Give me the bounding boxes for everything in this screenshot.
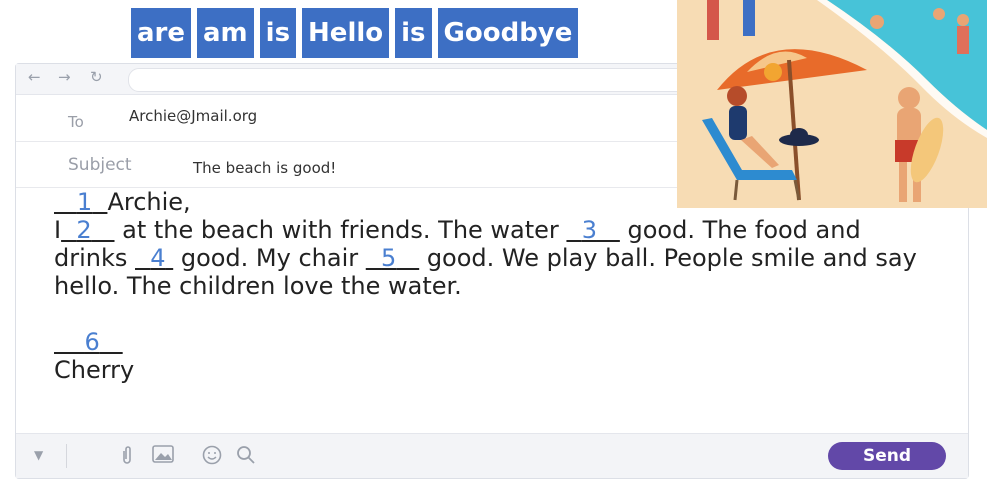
beach-illustration [677,0,987,208]
word-box: is [395,8,432,58]
word-box: is [259,8,297,58]
email-body[interactable]: 1 Archie, I 2 at the beach with friends.… [54,188,924,384]
emoji-icon[interactable] [202,445,222,470]
blank-2: 2 [76,216,92,244]
blank-6: 6 [84,328,100,356]
to-label: To [68,113,84,131]
image-icon[interactable] [152,445,174,468]
letter-paragraph: I 2 at the beach with friends. The water… [54,216,917,300]
word-box: Goodbye [437,8,579,58]
word-box: are [131,8,192,58]
word-box: am [197,8,254,58]
blank-1: 1 [76,188,93,216]
blank-4: 4 [150,244,166,272]
closing-line: 6 [54,328,924,356]
compose-toolbar: ▼ Send [16,433,968,478]
blank-5: 5 [381,244,397,272]
subject-field[interactable]: The beach is good! [193,159,336,177]
refresh-icon[interactable]: ↻ [90,68,103,86]
toolbar-divider [66,444,67,468]
subject-label: Subject [68,155,132,175]
signature: Cherry [54,356,135,384]
send-button[interactable]: Send [828,442,946,470]
to-field[interactable]: Archie@Jmail.org [129,107,257,125]
forward-arrow-icon[interactable]: → [58,68,71,86]
attachment-icon[interactable] [120,445,134,470]
word-bank: are am is Hello is Goodbye [131,8,579,58]
word-box: Hello [302,8,390,58]
search-icon[interactable] [236,445,256,470]
dropdown-caret-icon[interactable]: ▼ [34,448,43,462]
back-arrow-icon[interactable]: ← [28,68,41,86]
blank-3: 3 [581,216,597,244]
